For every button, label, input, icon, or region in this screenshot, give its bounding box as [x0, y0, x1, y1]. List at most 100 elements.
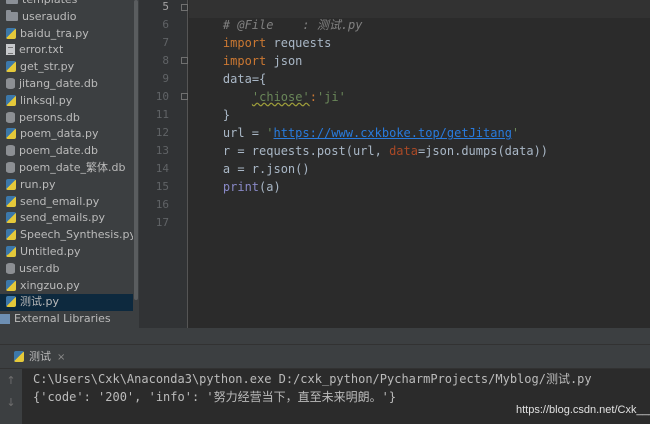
arrow-up-icon[interactable]: ↑: [5, 375, 17, 387]
code-line-8[interactable]: data={: [194, 52, 266, 86]
line-number: 12: [155, 126, 169, 139]
tree-item[interactable]: Untitled.py: [0, 244, 139, 261]
python-file-icon: [6, 296, 16, 308]
line-number: 9: [162, 72, 169, 85]
code-text: json: [266, 54, 303, 68]
code-line-12[interactable]: r = requests.post(url, data=json.dumps(d…: [194, 124, 548, 158]
fold-icon[interactable]: [181, 4, 188, 11]
run-tab-bar: 测试 ×: [0, 345, 650, 369]
code-line-9[interactable]: 'chiose':'ji': [223, 70, 346, 104]
line-number: 8: [162, 54, 169, 67]
keyword-argument: data: [389, 144, 418, 158]
tree-item[interactable]: send_emails.py: [0, 210, 139, 227]
code-line-6[interactable]: import requests: [194, 16, 331, 50]
tree-item[interactable]: error.txt: [0, 42, 139, 59]
tree-item-label: Untitled.py: [20, 244, 81, 258]
python-file-icon: [6, 94, 16, 106]
arrow-down-icon[interactable]: ↓: [5, 397, 17, 409]
python-file-icon: [6, 279, 16, 291]
tree-item[interactable]: baidu_tra.py: [0, 26, 139, 43]
tree-item-label: poem_data.py: [20, 127, 99, 141]
tree-item-label: persons.db: [19, 110, 80, 124]
tree-item[interactable]: poem_date_繁体.db: [0, 160, 139, 177]
code-text: :: [309, 90, 317, 104]
database-file-icon: [6, 145, 15, 157]
fold-icon[interactable]: [181, 57, 188, 64]
string-literal: 'ji': [316, 90, 346, 104]
console-output-line: {'code': '200', 'info': '努力经营当下，直至未来明朗。'…: [33, 390, 397, 404]
tree-item[interactable]: External Libraries: [0, 311, 139, 328]
tree-item[interactable]: get_str.py: [0, 59, 139, 76]
line-number: 11: [155, 108, 169, 121]
python-file-icon: [6, 27, 16, 39]
code-text: (a): [259, 180, 281, 194]
console-command-line: C:\Users\Cxk\Anaconda3\python.exe D:/cxk…: [33, 372, 592, 386]
tree-item-label: Speech_Synthesis.py: [20, 228, 137, 242]
tree-item[interactable]: poem_date.db: [0, 143, 139, 160]
tree-item[interactable]: user.db: [0, 261, 139, 278]
watermark: https://blog.csdn.net/Cxk___: [516, 404, 650, 416]
run-toolbar: ↑ ↓: [0, 369, 22, 424]
tree-item-label: poem_date_繁体.db: [19, 160, 126, 174]
code-editor[interactable]: # @File : 测试.py import requests import j…: [189, 0, 650, 328]
code-line-5[interactable]: # @File : 测试.py: [194, 0, 363, 32]
tree-item[interactable]: persons.db: [0, 110, 139, 127]
tree-item-label: send_email.py: [20, 194, 100, 208]
tree-item[interactable]: xingzuo.py: [0, 278, 139, 295]
tree-item[interactable]: templates: [0, 0, 139, 9]
tree-item[interactable]: linksql.py: [0, 93, 139, 110]
line-number: 7: [162, 36, 169, 49]
library-icon: [0, 314, 10, 325]
tree-item-label: send_emails.py: [20, 211, 106, 225]
python-file-icon: [14, 351, 24, 362]
python-file-icon: [6, 245, 16, 257]
tree-item-label: templates: [22, 0, 77, 6]
tree-item-label: 测试.py: [20, 295, 59, 309]
line-number: 13: [155, 144, 169, 157]
run-tab[interactable]: 测试 ×: [8, 348, 71, 366]
database-file-icon: [6, 77, 15, 89]
project-tree: templates useraudio baidu_tra.py error.txt g…: [0, 0, 139, 344]
database-file-icon: [6, 161, 15, 173]
database-file-icon: [6, 111, 15, 123]
tree-item[interactable]: Speech_Synthesis.py: [0, 227, 139, 244]
line-number: 17: [155, 216, 169, 229]
tree-item[interactable]: jitang_date.db: [0, 76, 139, 93]
tree-item[interactable]: send_email.py: [0, 194, 139, 211]
code-line-13[interactable]: a = r.json(): [194, 142, 310, 176]
line-number: 10: [155, 90, 169, 103]
editor-gutter: 5 6 7 8 9 10 11 12 13 14 15 16 17: [139, 0, 188, 328]
tree-item-label: poem_date.db: [19, 144, 98, 158]
python-file-icon: [6, 195, 16, 207]
tree-item[interactable]: run.py: [0, 177, 139, 194]
project-panel: templates useraudio baidu_tra.py error.txt g…: [0, 0, 139, 344]
tree-item-label: get_str.py: [20, 60, 75, 74]
line-number: 16: [155, 198, 169, 211]
fold-icon[interactable]: [181, 93, 188, 100]
code-line-7[interactable]: import json: [194, 34, 302, 68]
tree-item[interactable]: useraudio: [0, 9, 139, 26]
text-file-icon: [6, 44, 15, 56]
string-literal: 'chiose': [251, 90, 310, 104]
database-file-icon: [6, 262, 15, 274]
tree-item[interactable]: 测试.py: [0, 294, 139, 312]
editor-bottom-strip: [0, 328, 650, 344]
python-file-icon: [6, 128, 16, 140]
folder-icon: [6, 0, 18, 4]
code-line-11[interactable]: url = 'https://www.cxkboke.top/getJitang…: [194, 106, 519, 140]
tree-item-label: run.py: [20, 177, 56, 191]
tree-item-label: baidu_tra.py: [20, 26, 89, 40]
builtin-function: print: [222, 180, 260, 194]
tree-item-label: jitang_date.db: [19, 76, 98, 90]
code-line-10[interactable]: }: [194, 88, 230, 122]
tree-item-label: user.db: [19, 261, 60, 275]
line-number: 6: [162, 18, 169, 31]
folder-icon: [6, 9, 18, 21]
project-scrollbar-thumb[interactable]: [134, 0, 138, 300]
tree-item-label: xingzuo.py: [20, 278, 80, 292]
python-file-icon: [6, 61, 16, 73]
close-icon[interactable]: ×: [57, 349, 65, 367]
code-line-14[interactable]: print(a): [194, 160, 281, 194]
line-number: 5: [162, 0, 169, 13]
tree-item[interactable]: poem_data.py: [0, 126, 139, 143]
